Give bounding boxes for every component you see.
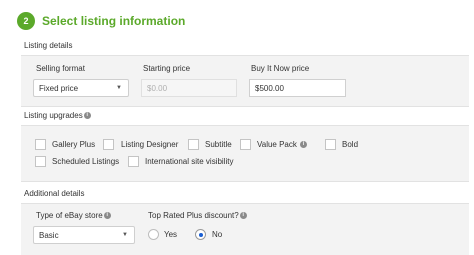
selling-format-value: Fixed price <box>39 83 79 93</box>
additional-details-heading: Additional details <box>24 189 85 198</box>
store-type-value: Basic <box>39 230 59 240</box>
listing-upgrades-heading: Listing upgrades i <box>24 111 91 120</box>
selling-format-select[interactable]: Fixed price ▼ <box>33 79 129 97</box>
subtitle-label: Subtitle <box>205 140 232 149</box>
top-rated-label: Top Rated Plus discount? i <box>148 211 247 220</box>
bin-price-input[interactable]: $500.00 <box>249 79 346 97</box>
subtitle-checkbox[interactable] <box>188 139 199 150</box>
radio-no[interactable] <box>195 229 206 240</box>
international-visibility-label: International site visibility <box>145 157 234 166</box>
starting-price-label: Starting price <box>143 64 191 73</box>
top-rated-label-text: Top Rated Plus discount? <box>148 211 239 220</box>
bold-checkbox[interactable] <box>325 139 336 150</box>
bin-price-label: Buy It Now price <box>251 64 310 73</box>
radio-yes-label: Yes <box>164 230 178 239</box>
value-pack-label-text: Value Pack <box>257 140 297 149</box>
store-type-label-text: Type of eBay store <box>36 211 103 220</box>
page-title: Select listing information <box>42 14 186 28</box>
radio-yes[interactable] <box>148 229 159 240</box>
chevron-down-icon: ▼ <box>116 85 122 91</box>
info-icon[interactable]: i <box>83 112 91 120</box>
listing-upgrades-heading-text: Listing upgrades <box>24 111 83 120</box>
gallery-plus-checkbox[interactable] <box>35 139 46 150</box>
bold-label: Bold <box>342 140 359 149</box>
listing-designer-label: Listing Designer <box>121 140 179 149</box>
value-pack-checkbox[interactable] <box>240 139 251 150</box>
chevron-down-icon: ▼ <box>122 232 128 238</box>
info-icon[interactable]: i <box>103 212 111 220</box>
listing-details-heading: Listing details <box>24 41 73 50</box>
selling-format-label: Selling format <box>36 64 85 73</box>
step-number-badge: 2 <box>17 12 35 30</box>
info-icon[interactable]: i <box>300 141 308 149</box>
scheduled-listings-label: Scheduled Listings <box>52 157 120 166</box>
international-visibility-checkbox[interactable] <box>128 156 139 167</box>
scheduled-listings-checkbox[interactable] <box>35 156 46 167</box>
starting-price-input[interactable]: $0.00 <box>141 79 237 97</box>
listing-designer-checkbox[interactable] <box>103 139 114 150</box>
bin-price-value: $500.00 <box>255 83 284 93</box>
info-icon[interactable]: i <box>239 212 247 220</box>
starting-price-value: $0.00 <box>147 83 168 93</box>
value-pack-label: Value Pack i <box>257 140 308 149</box>
listing-upgrades-panel <box>21 125 469 182</box>
gallery-plus-label: Gallery Plus <box>52 140 96 149</box>
store-type-label: Type of eBay store i <box>36 211 111 220</box>
radio-no-label: No <box>212 230 223 239</box>
store-type-select[interactable]: Basic ▼ <box>33 226 135 244</box>
